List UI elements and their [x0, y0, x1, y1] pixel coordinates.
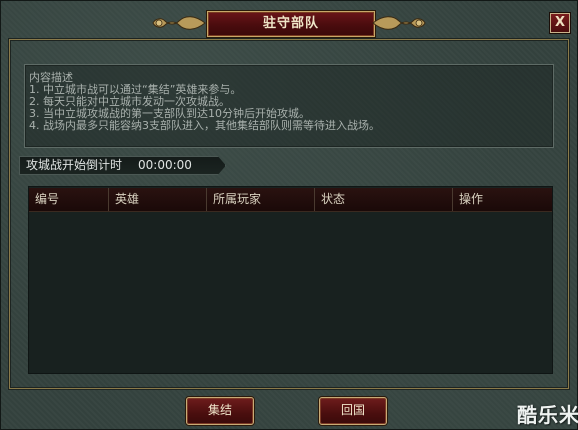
title-bar: 驻守部队 — [151, 9, 427, 39]
gather-button[interactable]: 集结 — [186, 397, 254, 425]
column-header-hero: 英雄 — [109, 188, 207, 211]
title-ornament-left-icon — [152, 16, 206, 30]
return-home-button[interactable]: 回国 — [319, 397, 387, 425]
table-body — [29, 212, 552, 372]
siege-countdown-bar: 攻城战开始倒计时 00:00:00 — [19, 156, 226, 175]
column-header-owner: 所属玩家 — [207, 188, 315, 211]
close-icon: X — [554, 15, 566, 30]
page-title: 驻守部队 — [207, 11, 375, 37]
table-header: 编号 英雄 所属玩家 状态 操作 — [29, 188, 552, 212]
description-panel: 内容描述 1. 中立城市战可以通过“集结”英雄来参与。 2. 每天只能对中立城市… — [24, 64, 554, 148]
watermark-text: 酷乐米 — [517, 403, 578, 427]
column-header-number: 编号 — [29, 188, 109, 211]
title-ornament-right-icon — [372, 16, 426, 30]
column-header-action: 操作 — [459, 192, 484, 206]
column-header-status: 状态 — [315, 188, 453, 211]
countdown-label: 攻城战开始倒计时 — [26, 158, 123, 172]
garrison-table: 编号 英雄 所属玩家 状态 操作 — [28, 186, 553, 374]
dialog-window: 驻守部队 X 内容描述 1. 中立城市战可以通过“集结”英雄来参与。 2. 每天… — [0, 0, 578, 430]
countdown-timer: 00:00:00 — [138, 158, 192, 172]
close-button[interactable]: X — [550, 13, 570, 33]
description-line: 4. 战场内最多只能容纳3支部队进入，其他集结部队则需等待进入战场。 — [29, 119, 380, 132]
